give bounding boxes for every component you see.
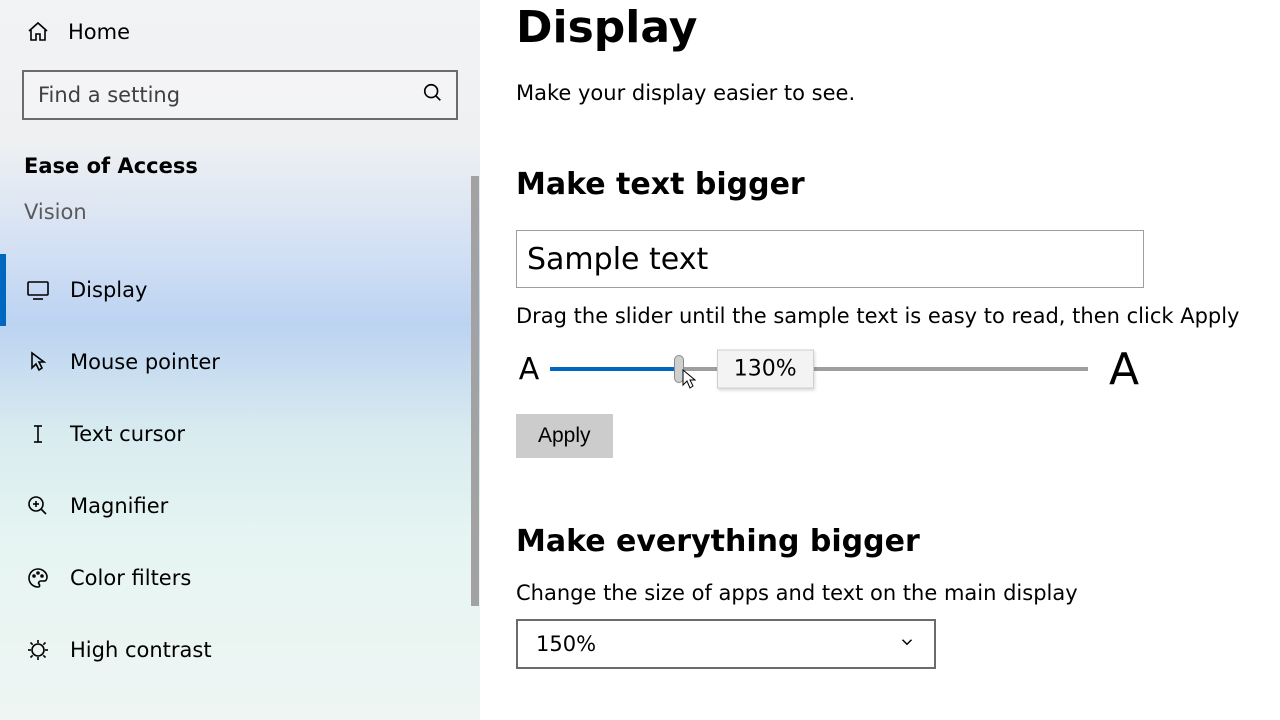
slider-fill xyxy=(550,367,679,371)
slider-track[interactable]: 130% xyxy=(550,367,1088,371)
home-label: Home xyxy=(68,20,130,44)
sidebar-item-label: Display xyxy=(70,278,147,302)
contrast-icon xyxy=(24,636,52,664)
sidebar-scrollbar[interactable] xyxy=(470,0,480,720)
sidebar-item-mouse-pointer[interactable]: Mouse pointer xyxy=(0,326,480,398)
text-cursor-icon xyxy=(24,420,52,448)
main-content: Display Make your display easier to see.… xyxy=(480,0,1280,720)
sidebar-item-label: High contrast xyxy=(70,638,212,662)
sidebar-nav: Display Mouse pointer xyxy=(0,254,480,686)
sample-text: Sample text xyxy=(527,242,708,277)
sidebar-item-label: Text cursor xyxy=(70,422,185,446)
search-input[interactable] xyxy=(22,70,458,120)
sidebar-item-high-contrast[interactable]: High contrast xyxy=(0,614,480,686)
magnifier-icon xyxy=(24,492,52,520)
heading-make-text-bigger: Make text bigger xyxy=(516,167,1244,202)
sidebar-item-display[interactable]: Display xyxy=(0,254,480,326)
search-input-field[interactable] xyxy=(38,83,383,107)
scrollbar-thumb[interactable] xyxy=(471,176,479,606)
scale-dropdown-value: 150% xyxy=(536,632,596,656)
sidebar-item-label: Magnifier xyxy=(70,494,168,518)
pointer-icon xyxy=(24,348,52,376)
sidebar-item-label: Color filters xyxy=(70,566,191,590)
chevron-down-icon xyxy=(898,632,916,656)
text-size-slider[interactable]: A 130% A xyxy=(516,340,1144,398)
sidebar-item-magnifier[interactable]: Magnifier xyxy=(0,470,480,542)
slider-thumb[interactable] xyxy=(674,355,684,383)
letter-small-icon: A xyxy=(516,352,542,387)
sidebar-item-label: Mouse pointer xyxy=(70,350,220,374)
slider-tooltip: 130% xyxy=(717,350,814,389)
sidebar-section-title: Ease of Access xyxy=(0,120,480,178)
sidebar-item-home[interactable]: Home xyxy=(0,6,480,60)
everything-bigger-sub: Change the size of apps and text on the … xyxy=(516,581,1244,605)
letter-big-icon: A xyxy=(1104,344,1144,395)
page-subtitle: Make your display easier to see. xyxy=(516,81,1244,105)
heading-make-everything-bigger: Make everything bigger xyxy=(516,524,1244,559)
sidebar-group-label: Vision xyxy=(0,178,480,224)
slider-hint: Drag the slider until the sample text is… xyxy=(516,304,1244,328)
apply-button[interactable]: Apply xyxy=(516,414,613,458)
home-icon xyxy=(24,18,52,46)
sidebar-item-text-cursor[interactable]: Text cursor xyxy=(0,398,480,470)
search-icon xyxy=(422,82,444,108)
scale-dropdown[interactable]: 150% xyxy=(516,619,936,669)
sidebar-item-color-filters[interactable]: Color filters xyxy=(0,542,480,614)
sample-text-box: Sample text xyxy=(516,230,1144,288)
page-title: Display xyxy=(516,2,1244,53)
monitor-icon xyxy=(24,276,52,304)
palette-icon xyxy=(24,564,52,592)
sidebar: Home Ease of Access Vision xyxy=(0,0,480,720)
